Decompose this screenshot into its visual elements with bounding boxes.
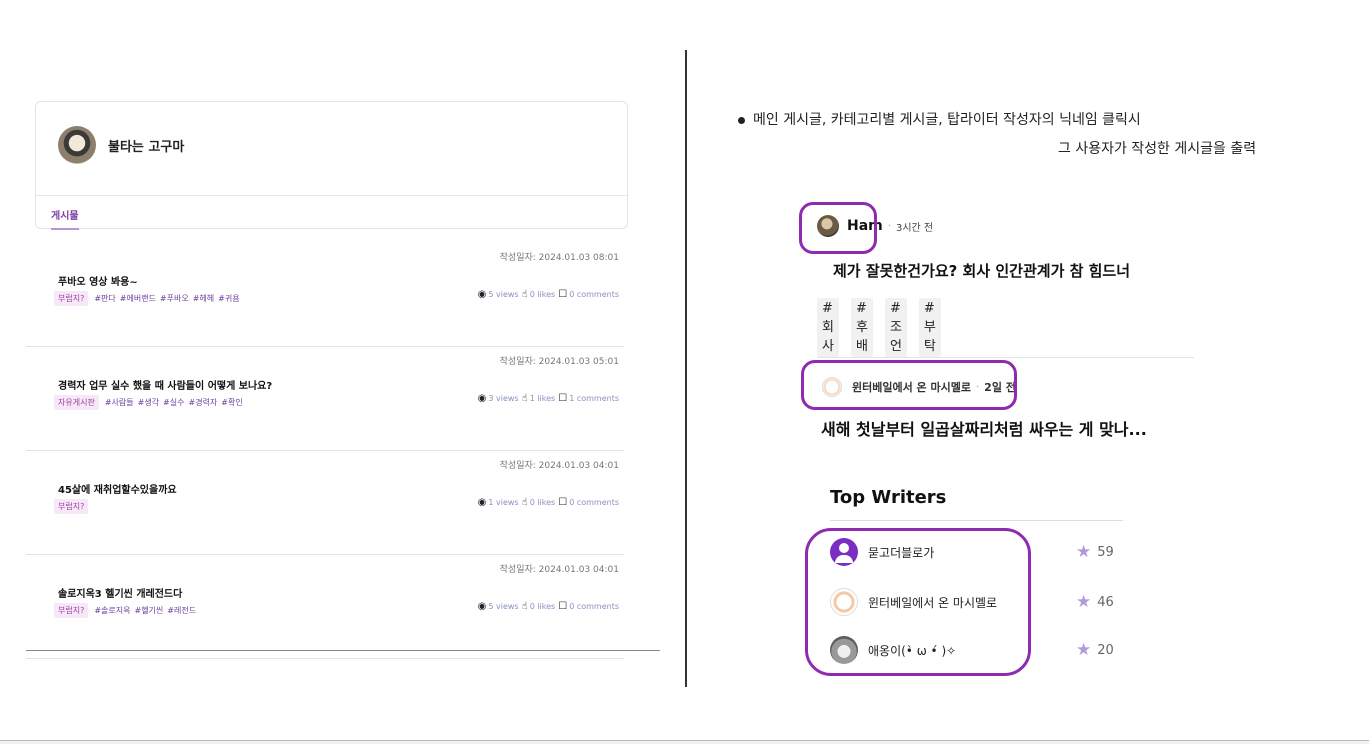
like-count: 1 likes [529, 394, 556, 403]
comment-count: 0 comments [569, 498, 619, 507]
post-tags: 부럽지? #판다 #에버랜드 #푸바오 #헤헤 #귀욤 [54, 291, 244, 306]
view-count: 5 views [488, 602, 519, 611]
highlight-box [805, 528, 1031, 676]
profile-card: 불타는 고구마 게시물 [35, 101, 628, 230]
post-tags: 자유게시판 #사람들 #생각 #실수 #경력자 #확인 [54, 395, 247, 410]
divider [817, 357, 1194, 358]
tab-posts[interactable]: 게시물 [51, 207, 79, 230]
post-title[interactable]: 경력자 업무 실수 했을 때 사람들이 어떻게 보나요? [58, 377, 272, 392]
divider [26, 650, 660, 651]
score-value: 20 [1097, 642, 1114, 658]
post-date: 작성일자: 2024.01.03 05:01 [499, 357, 619, 367]
thumbs-up-icon[interactable]: ☝ [522, 601, 528, 612]
eye-icon: ◉ [477, 289, 487, 300]
tag-link[interactable]: #에버랜드 [120, 293, 156, 304]
tag-link[interactable]: #경력자 [188, 397, 217, 408]
post-time: 3시간 전 [895, 222, 934, 234]
comment-count: 1 comments [569, 394, 619, 403]
note-line-2: 그 사용자가 작성한 게시글을 출력 [1058, 141, 1257, 157]
profile-name: 불타는 고구마 [108, 139, 185, 155]
star-icon: ★ [1076, 592, 1092, 612]
comment-icon[interactable]: ☐ [558, 289, 567, 300]
tag-link[interactable]: #사람들 [105, 397, 134, 408]
view-count: 1 views [488, 498, 519, 507]
tag-link[interactable]: #레전드 [167, 605, 196, 616]
score-value: 59 [1097, 544, 1114, 560]
view-count: 5 views [488, 290, 519, 299]
post-stats: ◉ 5 views ☝ 0 likes ☐ 0 comments [478, 289, 619, 300]
post-tags: 부럽지? [54, 499, 94, 514]
post-stats: ◉ 3 views ☝ 1 likes ☐ 1 comments [478, 393, 619, 404]
writer-score: ★ 20 [1076, 640, 1114, 660]
thumbs-up-icon[interactable]: ☝ [522, 497, 528, 508]
tag-link[interactable]: #생각 [138, 397, 159, 408]
hashtag-chip[interactable]: #조언 [884, 298, 907, 357]
page-bottom-bar [0, 740, 1369, 744]
divider [830, 520, 1123, 521]
category-badge[interactable]: 부럽지? [54, 603, 89, 618]
hashtag-list: #회사 #후배 #조언 #부탁 [817, 298, 953, 357]
thumbs-up-icon[interactable]: ☝ [522, 393, 528, 404]
category-badge[interactable]: 부럽지? [54, 291, 89, 306]
comment-count: 0 comments [569, 602, 619, 611]
comment-count: 0 comments [569, 290, 619, 299]
comment-icon[interactable]: ☐ [558, 601, 567, 612]
tag-link[interactable]: #귀욤 [218, 293, 239, 304]
like-count: 0 likes [529, 290, 556, 299]
post-tags: 부럽지? #솔로지옥 #헬기씬 #레전드 [54, 603, 200, 618]
post-row[interactable]: 작성일자: 2024.01.03 04:01 솔로지옥3 헬기씬 개레전드다부럽지… [26, 555, 624, 659]
avatar [58, 126, 96, 164]
writer-score: ★ 59 [1076, 542, 1114, 562]
post-stats: ◉ 1 views ☝ 0 likes ☐ 0 comments [478, 497, 619, 508]
feed-title[interactable]: 제가 잘못한건가요? 회사 인간관계가 참 힘드너 [833, 260, 1130, 281]
highlight-box [799, 202, 877, 254]
eye-icon: ◉ [477, 497, 487, 508]
post-title[interactable]: 푸바오 영상 봐용~ [58, 273, 138, 288]
hashtag-chip[interactable]: #후배 [850, 298, 873, 357]
post-date: 작성일자: 2024.01.03 04:01 [499, 565, 619, 575]
post-title[interactable]: 솔로지옥3 헬기씬 개레전드다 [58, 585, 182, 600]
tag-link[interactable]: #헤헤 [193, 293, 214, 304]
writer-score: ★ 46 [1076, 592, 1114, 612]
post-row[interactable]: 작성일자: 2024.01.03 05:01 경력자 업무 실수 했을 때 사람들… [26, 347, 624, 451]
star-icon: ★ [1076, 640, 1092, 660]
tag-link[interactable]: #실수 [163, 397, 184, 408]
bullet-icon [738, 116, 745, 124]
profile-header: 불타는 고구마 [58, 126, 184, 164]
view-count: 3 views [488, 394, 519, 403]
tag-link[interactable]: #솔로지옥 [94, 605, 130, 616]
top-writers-heading: Top Writers [830, 487, 947, 508]
post-date: 작성일자: 2024.01.03 08:01 [499, 253, 619, 263]
meta-separator: · [887, 220, 891, 232]
tag-link[interactable]: #푸바오 [160, 293, 189, 304]
description-note: 메인 게시글, 카테고리별 게시글, 탑라이터 작성자의 닉네임 클릭시 그 사… [738, 105, 1256, 157]
star-icon: ★ [1076, 542, 1092, 562]
like-count: 0 likes [529, 498, 556, 507]
eye-icon: ◉ [477, 393, 487, 404]
left-panel: 불타는 고구마 게시물 작성일자: 2024.01.03 08:01 푸바오 영상… [26, 0, 660, 744]
thumbs-up-icon[interactable]: ☝ [522, 289, 528, 300]
like-count: 0 likes [529, 602, 556, 611]
post-title[interactable]: 45살에 재취업할수있을까요 [58, 481, 177, 496]
category-badge[interactable]: 부럽지? [54, 499, 89, 514]
score-value: 46 [1097, 594, 1114, 610]
vertical-divider [685, 50, 687, 687]
post-row[interactable]: 작성일자: 2024.01.03 04:01 45살에 재취업할수있을까요부럽지?… [26, 451, 624, 555]
category-badge[interactable]: 자유게시판 [54, 395, 99, 410]
hashtag-chip[interactable]: #부탁 [918, 298, 941, 357]
eye-icon: ◉ [477, 601, 487, 612]
comment-icon[interactable]: ☐ [558, 497, 567, 508]
post-date: 작성일자: 2024.01.03 04:01 [499, 461, 619, 471]
tag-link[interactable]: #확인 [221, 397, 242, 408]
note-line-1: 메인 게시글, 카테고리별 게시글, 탑라이터 작성자의 닉네임 클릭시 [753, 112, 1141, 128]
tag-link[interactable]: #헬기씬 [134, 605, 163, 616]
comment-icon[interactable]: ☐ [558, 393, 567, 404]
hashtag-chip[interactable]: #회사 [817, 298, 839, 357]
feed-title[interactable]: 새해 첫날부터 일곱살짜리처럼 싸우는 게 맞나... [821, 416, 1147, 440]
divider [36, 195, 627, 196]
highlight-box [801, 360, 1017, 410]
tag-link[interactable]: #판다 [94, 293, 115, 304]
post-row[interactable]: 작성일자: 2024.01.03 08:01 푸바오 영상 봐용~ 부럽지? #판다 #… [26, 243, 624, 347]
post-stats: ◉ 5 views ☝ 0 likes ☐ 0 comments [478, 601, 619, 612]
